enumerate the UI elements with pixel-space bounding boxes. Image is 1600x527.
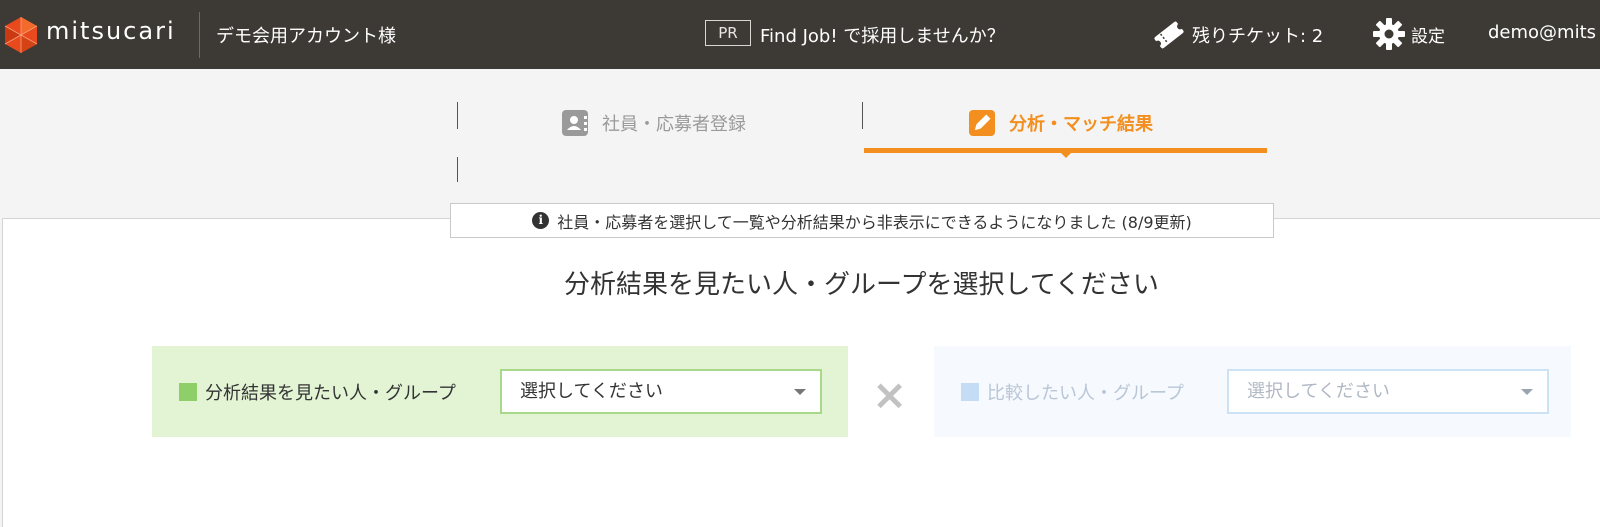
page-heading: 分析結果を見たい人・グループを選択してください	[564, 270, 1159, 300]
notice-text: 社員・応募者を選択して一覧や分析結果から非表示にできるようになりました (8/9…	[557, 212, 1192, 232]
logo-hexagon-icon[interactable]	[4, 16, 38, 54]
account-name: デモ会用アカウント様	[216, 26, 396, 47]
pr-badge: PR	[705, 20, 751, 46]
compare-select-value: 選択してください	[1247, 381, 1390, 402]
tab-analysis-match-results[interactable]: 分析・マッチ結果	[969, 95, 1153, 151]
contact-book-icon	[562, 110, 588, 136]
target-color-swatch	[179, 382, 197, 401]
target-select-value: 選択してください	[520, 381, 663, 402]
times-icon: ×	[872, 370, 908, 419]
logo-text[interactable]: mitsucari	[46, 17, 176, 45]
top-navigation-bar: mitsucari デモ会用アカウント様 PR Find Job! で採用しませ…	[0, 0, 1600, 69]
edit-pencil-icon	[969, 110, 995, 136]
user-email-menu[interactable]: demo@mits	[1488, 22, 1596, 43]
header-divider	[199, 12, 200, 58]
target-group-label: 分析結果を見たい人・グループ	[205, 382, 456, 404]
compare-group-select[interactable]: 選択してください	[1227, 369, 1549, 414]
tab-analysis-label: 分析・マッチ結果	[1009, 114, 1153, 135]
gear-icon[interactable]	[1372, 17, 1406, 51]
ticket-icon[interactable]	[1152, 20, 1186, 50]
chevron-down-icon	[794, 389, 806, 395]
settings-link[interactable]: 設定	[1411, 22, 1445, 47]
chevron-down-icon	[1521, 389, 1533, 395]
remaining-tickets[interactable]: 残りチケット: 2	[1192, 22, 1323, 48]
info-icon: i	[532, 212, 550, 229]
target-group-panel: 分析結果を見たい人・グループ 選択してください	[152, 346, 848, 437]
active-tab-caret	[1060, 152, 1072, 158]
tab-separator	[457, 157, 458, 182]
tab-separator	[862, 102, 863, 129]
tab-employee-applicant-registration[interactable]: 社員・応募者登録	[562, 95, 746, 151]
compare-group-panel: 比較したい人・グループ 選択してください	[934, 346, 1571, 437]
update-notice: i 社員・応募者を選択して一覧や分析結果から非表示にできるようになりました (8…	[450, 203, 1274, 238]
compare-color-swatch	[961, 382, 979, 401]
compare-group-label: 比較したい人・グループ	[987, 382, 1184, 404]
target-group-select[interactable]: 選択してください	[500, 369, 822, 414]
tab-separator	[457, 102, 458, 129]
tab-register-label: 社員・応募者登録	[602, 114, 746, 135]
findjob-promo-link[interactable]: Find Job! で採用しませんか？	[760, 22, 1005, 48]
